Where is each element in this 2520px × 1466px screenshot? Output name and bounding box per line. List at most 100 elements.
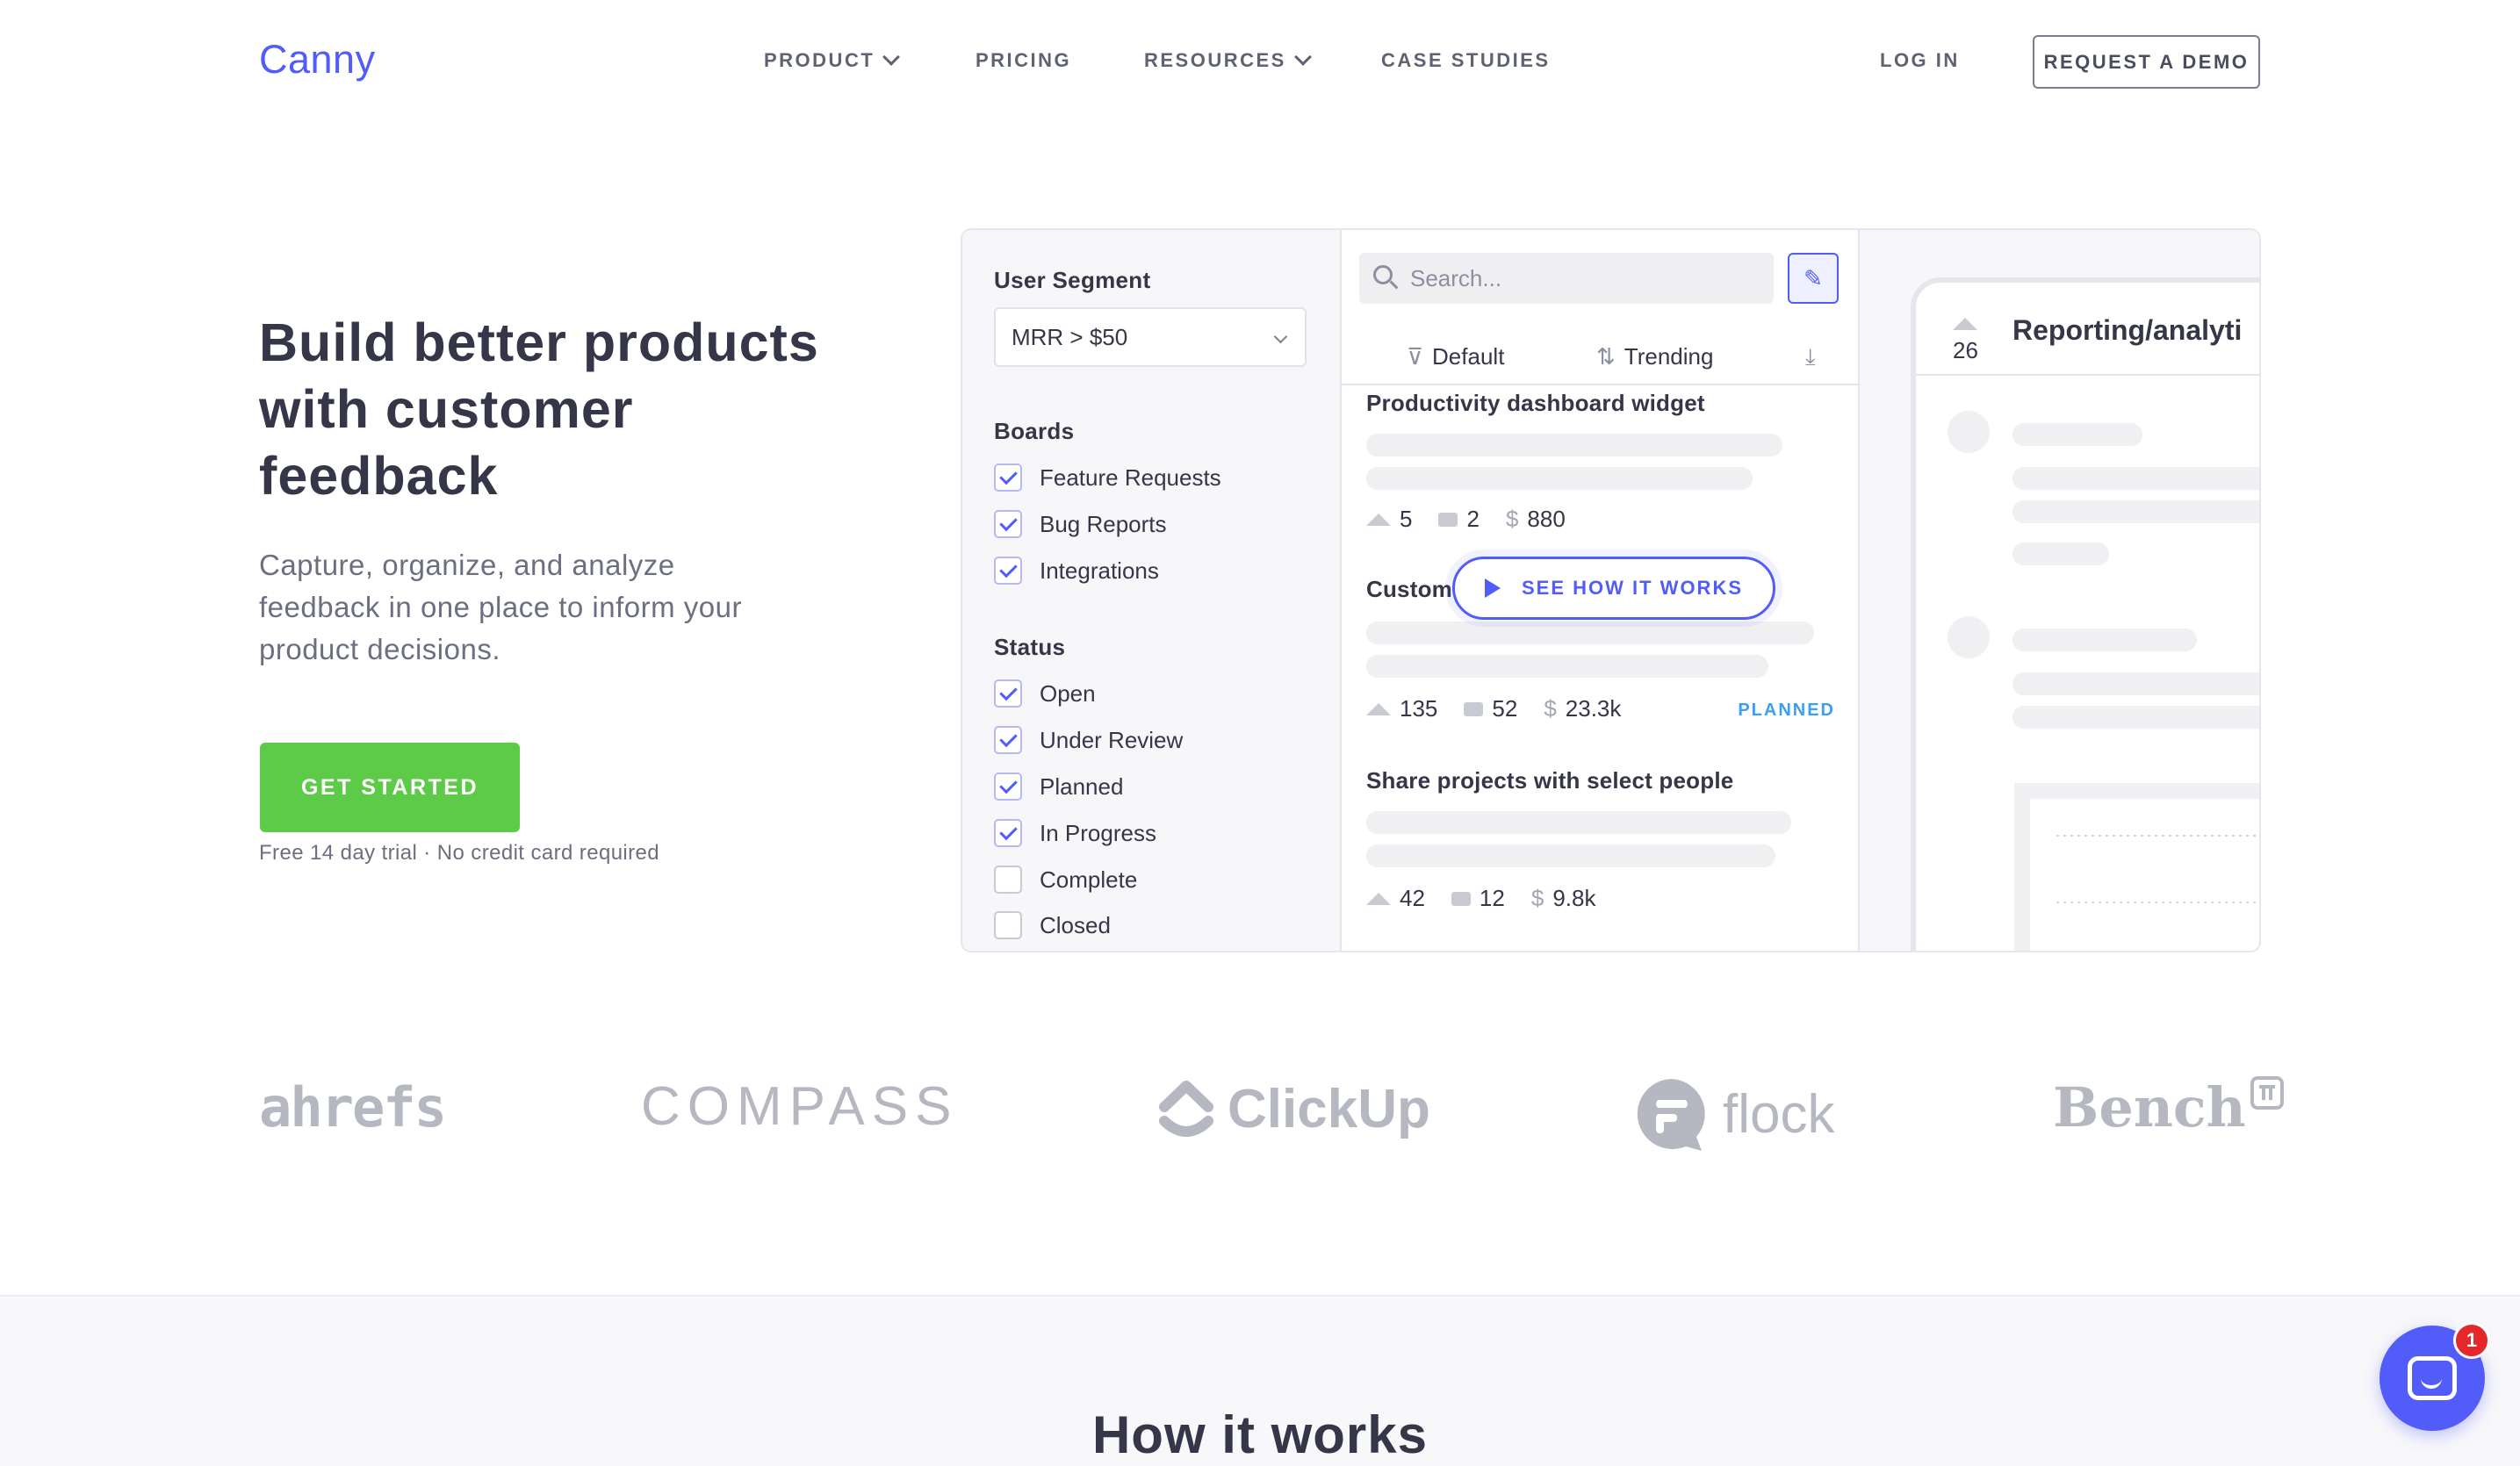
text-placeholder-bar [2012, 543, 2109, 565]
text-placeholder-bar [2012, 629, 2197, 651]
detail-vote-button[interactable]: 26 [1953, 318, 1978, 364]
clickup-wordmark: ClickUp [1228, 1078, 1430, 1139]
text-placeholder-bar [2012, 423, 2142, 446]
upvote-icon [1366, 513, 1391, 526]
comment-icon [1438, 512, 1458, 527]
avatar-placeholder [1948, 411, 1990, 453]
dollar-icon: $ [1505, 506, 1519, 532]
chevron-down-icon [1273, 329, 1288, 344]
planned-status-badge: PLANNED [1738, 701, 1835, 720]
upvote-icon [1366, 702, 1391, 715]
get-started-button[interactable]: GET STARTED [260, 743, 520, 832]
compass-wordmark: COMPASS [641, 1076, 959, 1137]
nav-pricing-label: PRICING [976, 49, 1072, 71]
board-checkbox-row[interactable]: Integrations [994, 557, 1159, 585]
clickup-icon [1159, 1081, 1213, 1137]
edit-button[interactable]: ✎ [1788, 253, 1839, 304]
board-checkbox-row[interactable]: Bug Reports [994, 510, 1167, 538]
checkbox-checked[interactable] [994, 464, 1022, 492]
flock-logo: flock [1633, 1075, 1834, 1153]
sort-default[interactable]: ⊽ Default [1407, 343, 1504, 370]
checkbox-checked[interactable] [994, 819, 1022, 847]
status-label: In Progress [1040, 819, 1156, 846]
user-segment-select[interactable]: MRR > $50 [994, 307, 1307, 367]
bench-mark-icon [2250, 1075, 2284, 1110]
status-checkbox-row[interactable]: Complete [994, 866, 1137, 894]
post-comments: 12 [1451, 885, 1505, 912]
checkbox-unchecked[interactable] [994, 866, 1022, 894]
checkbox-checked[interactable] [994, 679, 1022, 708]
login-link[interactable]: LOG IN [1880, 49, 1960, 72]
board-checkbox-row[interactable]: Feature Requests [994, 464, 1221, 492]
nav-product[interactable]: PRODUCT [764, 48, 901, 72]
text-placeholder-bar [1366, 434, 1782, 456]
search-input[interactable]: Search... [1359, 253, 1774, 304]
board-label: Feature Requests [1040, 464, 1221, 491]
post-votes[interactable]: 42 [1366, 885, 1425, 912]
user-segment-heading: User Segment [994, 267, 1151, 293]
boards-heading: Boards [994, 418, 1075, 444]
checkbox-checked[interactable] [994, 510, 1022, 538]
clickup-logo: ClickUp [1157, 1075, 1430, 1142]
text-placeholder-bar [2012, 500, 2259, 523]
canny-logo[interactable]: Canny [259, 37, 376, 83]
nav-pricing[interactable]: PRICING [976, 49, 1071, 72]
nav-resources-label: RESOURCES [1144, 49, 1286, 71]
text-placeholder-bar [2012, 706, 2259, 729]
text-placeholder-bar [2012, 467, 2259, 490]
sort-arrows-icon: ⇅ [1596, 343, 1616, 370]
sort-trending[interactable]: ⇅ Trending [1596, 343, 1713, 370]
trial-note: Free 14 day trial · No credit card requi… [259, 841, 660, 865]
text-placeholder-bar [1366, 655, 1768, 678]
status-label: Planned [1040, 773, 1124, 800]
status-label: Complete [1040, 866, 1138, 893]
analytics-chart-thumbnail [2014, 783, 2259, 951]
text-placeholder-bar [1366, 467, 1753, 490]
status-label: Open [1040, 679, 1096, 707]
post-mrr: $9.8k [1530, 885, 1596, 911]
status-checkbox-row[interactable]: Under Review [994, 726, 1183, 754]
flock-wordmark: flock [1723, 1083, 1835, 1145]
detail-device-frame: 26 Reporting/analyti [1911, 277, 2259, 951]
checkbox-unchecked[interactable] [994, 911, 1022, 939]
post-votes[interactable]: 135 [1366, 695, 1437, 722]
post-votes[interactable]: 5 [1366, 506, 1412, 533]
post-mrr: $23.3k [1544, 695, 1622, 722]
status-checkbox-row[interactable]: Closed [994, 911, 1111, 939]
nav-case-studies[interactable]: CASE STUDIES [1381, 49, 1551, 72]
status-checkbox-row[interactable]: Planned [994, 773, 1123, 801]
checkbox-checked[interactable] [994, 726, 1022, 754]
request-demo-button[interactable]: REQUEST A DEMO [2033, 35, 2260, 89]
upvote-icon [1366, 892, 1391, 905]
ahrefs-wordmark: ahrefs [259, 1075, 447, 1139]
compass-logo: COMPASS [641, 1075, 958, 1138]
nav-product-label: PRODUCT [764, 49, 875, 71]
checkbox-checked[interactable] [994, 773, 1022, 801]
board-label: Integrations [1040, 557, 1159, 584]
post-title[interactable]: Share projects with select people [1366, 767, 1733, 794]
post-meta: 5 2 $880 [1366, 506, 1566, 533]
filter-panel: User Segment MRR > $50 Boards Feature Re… [962, 230, 1342, 951]
checkbox-checked[interactable] [994, 557, 1022, 585]
section-title: How it works [1091, 1405, 1429, 1464]
see-how-label: SEE HOW IT WORKS [1522, 577, 1743, 599]
product-mockup: User Segment MRR > $50 Boards Feature Re… [961, 228, 2261, 952]
status-label: Closed [1040, 911, 1111, 938]
pencil-icon: ✎ [1804, 264, 1823, 291]
download-icon[interactable]: ⤓ [1805, 343, 1816, 371]
chevron-down-icon [1293, 48, 1312, 66]
see-how-it-works-button[interactable]: SEE HOW IT WORKS [1452, 557, 1775, 620]
play-icon [1485, 578, 1501, 598]
status-checkbox-row[interactable]: Open [994, 679, 1096, 708]
post-title[interactable]: Custom [1366, 576, 1452, 603]
post-title[interactable]: Productivity dashboard widget [1366, 390, 1705, 417]
notification-badge: 1 [2453, 1322, 2490, 1359]
flock-icon [1637, 1079, 1705, 1151]
post-meta: 42 12 $9.8k [1366, 885, 1595, 912]
status-checkbox-row[interactable]: In Progress [994, 819, 1156, 847]
filter-icon: ⊽ [1407, 343, 1424, 370]
nav-resources[interactable]: RESOURCES [1144, 48, 1312, 72]
post-mrr: $880 [1505, 506, 1566, 532]
hero-subtitle: Capture, organize, and analyze feedback … [259, 549, 742, 665]
mini-line-chart [2056, 835, 2259, 903]
